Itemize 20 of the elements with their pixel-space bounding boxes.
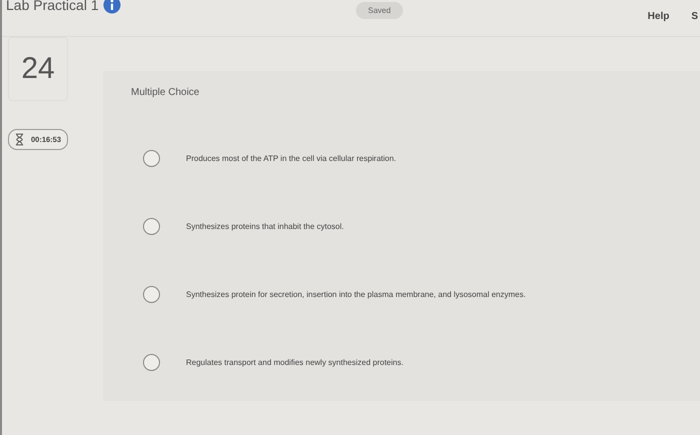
option-text: Produces most of the ATP in the cell via cellular respiration. (186, 154, 396, 162)
option-text: Regulates transport and modifies newly synthesized proteins. (186, 358, 404, 366)
radio-button[interactable] (143, 354, 160, 370)
radio-button[interactable] (143, 286, 160, 302)
option-text: Synthesizes protein for secretion, insertion into the plasma membrane, and lysosomal enzymes. (186, 290, 526, 298)
radio-button[interactable] (143, 150, 160, 166)
answer-option[interactable]: Produces most of the ATP in the cell via cellular respiration. (143, 124, 700, 192)
answer-option[interactable]: Regulates transport and modifies newly synthesized proteins. (143, 328, 700, 396)
saved-status: Saved (356, 2, 403, 19)
question-type: Multiple Choice (131, 87, 200, 98)
question-number: 24 (8, 37, 68, 101)
header-link[interactable]: Help (648, 11, 670, 22)
radio-button[interactable] (143, 218, 160, 234)
header-link[interactable]: S (691, 11, 698, 22)
answer-option[interactable]: Synthesizes proteins that inhabit the cytosol. (143, 192, 700, 260)
info-icon[interactable] (102, 0, 121, 14)
option-text: Synthesizes proteins that inhabit the cytosol. (186, 222, 344, 230)
hourglass-icon (15, 133, 24, 146)
quiz-title: Lab Practical 1 (6, 0, 99, 13)
answer-option[interactable]: Synthesizes protein for secretion, insertion into the plasma membrane, and lysosomal enzymes. (143, 260, 700, 328)
